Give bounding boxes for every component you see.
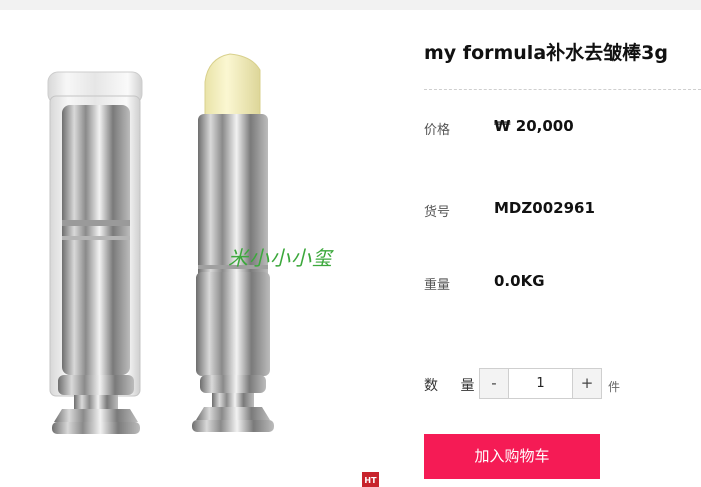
quantity-unit: 件 (608, 380, 621, 394)
weight-value: 0.0KG (494, 272, 545, 290)
ht-badge: HT (362, 472, 379, 487)
quantity-label: 数 量 (424, 378, 484, 394)
price-value: ₩ 20,000 (494, 117, 574, 135)
product-image: 米小小小玺 HT (0, 10, 400, 487)
add-to-cart-button[interactable]: 加入购物车 (424, 434, 600, 479)
weight-label: 重量 (424, 278, 451, 293)
lipstick-cap (47, 71, 143, 434)
product-info-panel: my formula补水去皱棒3g 价格 ₩ 20,000 货号 MDZ0029… (424, 0, 701, 487)
quantity-increase-button[interactable]: + (572, 369, 601, 398)
price-label: 价格 (424, 123, 451, 138)
sku-label: 货号 (424, 205, 451, 220)
lipstick-image (47, 53, 274, 434)
quantity-decrease-button[interactable]: - (480, 369, 509, 398)
product-title: my formula补水去皱棒3g (424, 42, 668, 64)
sku-value: MDZ002961 (494, 199, 595, 217)
watermark-text: 米小小小玺 (228, 246, 333, 270)
quantity-input[interactable] (509, 369, 572, 398)
quantity-stepper: - + (479, 368, 602, 399)
title-divider (424, 89, 701, 90)
